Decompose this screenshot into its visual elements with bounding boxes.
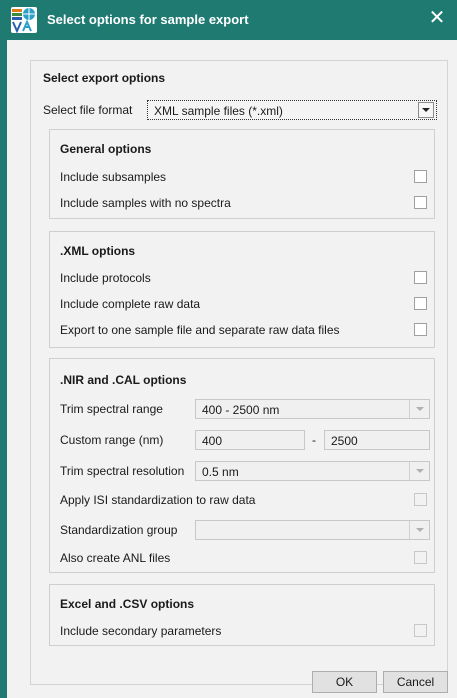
cancel-button[interactable]: Cancel xyxy=(383,671,448,693)
chevron-down-icon[interactable] xyxy=(418,102,434,118)
include-no-spectra-label: Include samples with no spectra xyxy=(60,196,231,210)
close-icon[interactable]: ✕ xyxy=(425,6,449,30)
include-protocols-label: Include protocols xyxy=(60,271,151,285)
export-options-heading: Select export options xyxy=(43,71,166,85)
xml-options-group: .XML options Include protocols Include c… xyxy=(49,231,435,348)
chevron-down-icon[interactable] xyxy=(409,400,429,418)
include-protocols-checkbox[interactable] xyxy=(414,271,427,284)
custom-range-to-input[interactable]: 2500 xyxy=(324,430,430,450)
chevron-down-icon[interactable] xyxy=(409,521,429,539)
title-bar: Select options for sample export ✕ xyxy=(7,0,457,40)
include-raw-label: Include complete raw data xyxy=(60,297,201,311)
trim-resolution-select[interactable]: 0.5 nm xyxy=(195,461,430,481)
custom-range-dash: - xyxy=(312,433,316,447)
custom-range-label: Custom range (nm) xyxy=(60,433,164,447)
anl-files-checkbox[interactable] xyxy=(414,551,427,564)
chevron-down-icon[interactable] xyxy=(409,462,429,480)
apply-isi-label: Apply ISI standardization to raw data xyxy=(60,493,256,507)
export-one-file-checkbox[interactable] xyxy=(414,323,427,336)
std-group-label: Standardization group xyxy=(60,523,178,537)
trim-range-select[interactable]: 400 - 2500 nm xyxy=(195,399,430,419)
include-subsamples-checkbox[interactable] xyxy=(414,170,427,183)
excel-csv-options-group: Excel and .CSV options Include secondary… xyxy=(49,584,435,646)
general-options-group: General options Include subsamples Inclu… xyxy=(49,129,435,219)
anl-files-label: Also create ANL files xyxy=(60,551,171,565)
trim-range-label: Trim spectral range xyxy=(60,402,163,416)
include-secondary-label: Include secondary parameters xyxy=(60,624,222,638)
include-raw-checkbox[interactable] xyxy=(414,297,427,310)
include-subsamples-label: Include subsamples xyxy=(60,170,167,184)
nir-cal-options-heading: .NIR and .CAL options xyxy=(60,373,187,387)
trim-resolution-label: Trim spectral resolution xyxy=(60,464,185,478)
std-group-select[interactable] xyxy=(195,520,430,540)
custom-range-from-input[interactable]: 400 xyxy=(195,430,305,450)
export-options-panel: Select export options Select file format… xyxy=(30,60,448,685)
include-no-spectra-checkbox[interactable] xyxy=(414,196,427,209)
nir-cal-options-group: .NIR and .CAL options Trim spectral rang… xyxy=(49,358,435,573)
window-title: Select options for sample export xyxy=(47,12,249,27)
apply-isi-checkbox[interactable] xyxy=(414,493,427,506)
file-format-value: XML sample files (*.xml) xyxy=(154,104,283,118)
custom-range-from-value: 400 xyxy=(202,434,223,448)
file-format-label: Select file format xyxy=(43,103,133,117)
general-options-heading: General options xyxy=(60,142,152,156)
ok-button[interactable]: OK xyxy=(312,671,377,693)
include-secondary-checkbox[interactable] xyxy=(414,624,427,637)
xml-options-heading: .XML options xyxy=(60,244,136,258)
app-logo-icon xyxy=(11,7,37,33)
excel-csv-options-heading: Excel and .CSV options xyxy=(60,597,195,611)
custom-range-to-value: 2500 xyxy=(331,434,358,448)
file-format-select[interactable]: XML sample files (*.xml) xyxy=(147,100,437,120)
export-one-file-label: Export to one sample file and separate r… xyxy=(60,323,340,337)
dialog-window: Select options for sample export ✕ Selec… xyxy=(0,0,457,698)
trim-resolution-value: 0.5 nm xyxy=(202,465,239,479)
trim-range-value: 400 - 2500 nm xyxy=(202,403,280,417)
